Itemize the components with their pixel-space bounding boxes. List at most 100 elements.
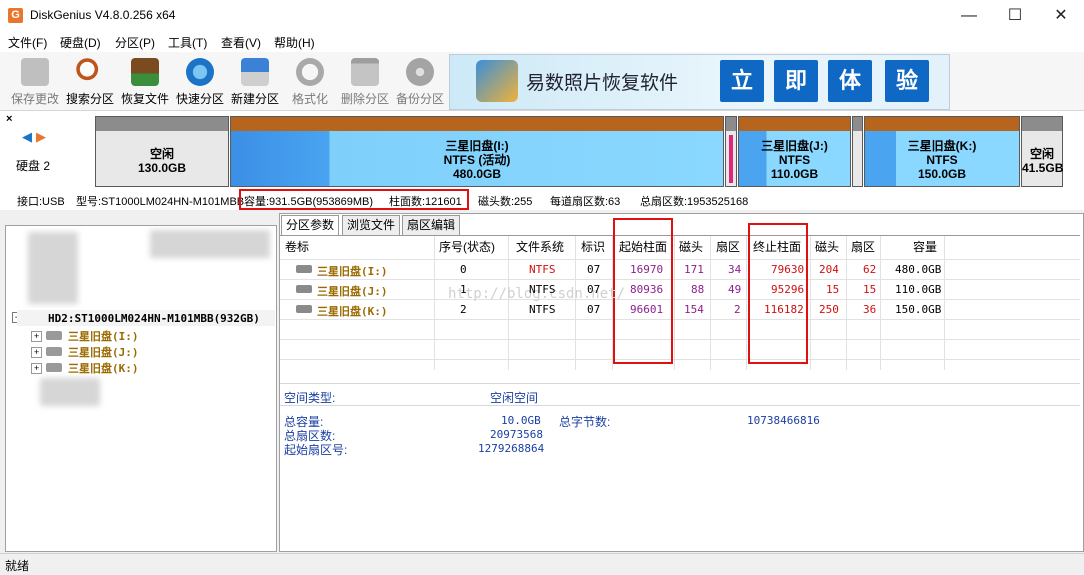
partition-name: 三星旧盘(J:) <box>761 139 828 153</box>
expand-toggle-icon[interactable]: + <box>31 363 42 374</box>
backup-partition-label: 备份分区 <box>395 92 444 106</box>
menu-disk[interactable]: 硬盘(D) <box>60 34 101 51</box>
save-changes-button[interactable]: 保存更改 <box>7 54 63 108</box>
col-end-sector[interactable]: 扇区 <box>851 238 875 255</box>
search-partition-button[interactable]: 搜索分区 <box>62 54 118 108</box>
tab-partition-params[interactable]: 分区参数 <box>281 215 340 235</box>
row-k-start-cyl: 96601 <box>630 303 664 316</box>
menu-help[interactable]: 帮助(H) <box>274 34 315 51</box>
col-id[interactable]: 标识 <box>581 238 605 255</box>
tree-partition-i[interactable]: 三星旧盘(I:) <box>68 328 139 344</box>
row-k-index: 2 <box>460 303 467 316</box>
row-i-index: 0 <box>460 263 467 276</box>
row-i-fs: NTFS <box>529 263 556 276</box>
sectors-per-track-info: 每道扇区数:63 <box>550 196 621 208</box>
menu-tools[interactable]: 工具(T) <box>168 34 207 51</box>
expand-toggle-icon[interactable]: + <box>31 331 42 342</box>
row-i-capacity: 480.0GB <box>895 263 942 276</box>
partition-j[interactable]: 三星旧盘(J:) NTFS 110.0GB <box>738 116 851 187</box>
menu-partition[interactable]: 分区(P) <box>115 34 155 51</box>
col-start-sector[interactable]: 扇区 <box>716 238 740 255</box>
row-k-start-sector: 2 <box>734 303 741 316</box>
col-capacity[interactable]: 容量 <box>913 238 937 255</box>
row-k-end-sector: 36 <box>863 303 877 316</box>
capacity-info: 容量:931.5GB(953869MB) <box>244 196 374 208</box>
row-j-start-cyl: 80936 <box>630 283 664 296</box>
minimize-button[interactable]: — <box>946 0 992 31</box>
backup-partition-button[interactable]: 备份分区 <box>392 54 448 108</box>
space-type-value: 空闲空间 <box>490 391 539 405</box>
space-type-label: 空间类型: <box>284 391 336 405</box>
heads-info: 磁头数:255 <box>478 196 533 208</box>
banner-char-3[interactable]: 体 <box>828 60 872 102</box>
partition-gap-1[interactable] <box>725 116 737 187</box>
next-disk-icon[interactable]: ▶ <box>36 129 46 145</box>
partition-drive-icon <box>46 347 62 356</box>
drive-icon <box>296 305 312 313</box>
row-j-label[interactable]: 三星旧盘(J:) <box>317 283 388 299</box>
col-start-head[interactable]: 磁头 <box>679 238 703 255</box>
tab-browse-files[interactable]: 浏览文件 <box>342 215 401 235</box>
row-j-end-cyl: 95296 <box>771 283 805 296</box>
partition-fs: NTFS <box>926 153 958 167</box>
disk-tree-item[interactable]: HD2:ST1000LM024HN-M101MBB(932GB) <box>48 312 260 325</box>
recover-icon <box>131 58 159 86</box>
partition-name: 三星旧盘(K:) <box>907 139 977 153</box>
banner-char-2[interactable]: 即 <box>774 60 818 102</box>
expand-toggle-icon[interactable]: + <box>31 347 42 358</box>
row-i-id: 07 <box>587 263 601 276</box>
recover-files-button[interactable]: 恢复文件 <box>117 54 173 108</box>
quick-partition-button[interactable]: 快速分区 <box>172 54 228 108</box>
menu-file[interactable]: 文件(F) <box>8 34 47 51</box>
total-bytes-value: 10738466816 <box>747 414 820 427</box>
interface-info: 接口:USB <box>17 196 65 208</box>
partition-fs: NTFS (活动) <box>443 153 511 167</box>
partition-free-1[interactable]: 空闲 130.0GB <box>95 116 229 187</box>
window-title: DiskGenius V4.8.0.256 x64 <box>30 8 176 22</box>
row-i-start-head: 171 <box>684 263 704 276</box>
row-j-capacity: 110.0GB <box>895 283 942 296</box>
partition-size: 150.0GB <box>917 167 967 181</box>
row-k-id: 07 <box>587 303 601 316</box>
col-index-status[interactable]: 序号(状态) <box>439 238 495 255</box>
format-button[interactable]: 格式化 <box>282 54 338 108</box>
new-partition-icon <box>241 58 269 86</box>
drive-icon <box>296 265 312 273</box>
title-bar: G DiskGenius V4.8.0.256 x64 — ☐ ✕ <box>0 0 1084 32</box>
delete-icon <box>351 58 379 86</box>
partition-gap-2[interactable] <box>852 116 863 187</box>
banner-char-4[interactable]: 验 <box>885 60 929 102</box>
partition-free-2[interactable]: 空闲 41.5GB <box>1021 116 1063 187</box>
tab-sector-edit[interactable]: 扇区编辑 <box>402 215 461 235</box>
save-icon <box>21 58 49 86</box>
delete-partition-button[interactable]: 删除分区 <box>337 54 393 108</box>
total-bytes-label: 总字节数: <box>559 415 611 429</box>
maximize-button[interactable]: ☐ <box>992 0 1038 31</box>
partition-k[interactable]: 三星旧盘(K:) NTFS 150.0GB <box>864 116 1020 187</box>
tree-partition-j[interactable]: 三星旧盘(J:) <box>68 344 139 360</box>
model-info: 型号:ST1000LM024HN-M101MBB <box>76 196 245 208</box>
close-panel-icon[interactable]: × <box>6 113 12 125</box>
total-sectors-info: 总扇区数:1953525168 <box>640 196 749 208</box>
col-end-head[interactable]: 磁头 <box>815 238 839 255</box>
total-sectors-value: 20973568 <box>490 428 543 441</box>
partition-size: 41.5GB <box>1022 161 1064 175</box>
menu-view[interactable]: 查看(V) <box>221 34 261 51</box>
partition-i[interactable]: 三星旧盘(I:) NTFS (活动) 480.0GB <box>230 116 724 187</box>
col-volume-label[interactable]: 卷标 <box>285 238 309 255</box>
close-button[interactable]: ✕ <box>1038 0 1084 31</box>
row-i-start-sector: 34 <box>728 263 742 276</box>
col-filesystem[interactable]: 文件系统 <box>516 238 564 255</box>
banner-char-1[interactable]: 立 <box>720 60 764 102</box>
photo-recovery-banner[interactable] <box>449 54 950 110</box>
tree-partition-k[interactable]: 三星旧盘(K:) <box>68 360 139 376</box>
row-j-start-head: 88 <box>691 283 705 296</box>
disk-label: 硬盘 2 <box>16 159 51 173</box>
row-k-label[interactable]: 三星旧盘(K:) <box>317 303 388 319</box>
new-partition-button[interactable]: 新建分区 <box>227 54 283 108</box>
partition-name: 空闲 <box>1029 147 1054 161</box>
start-sector-label: 起始扇区号: <box>284 443 348 457</box>
quick-partition-icon <box>186 58 214 86</box>
row-i-label[interactable]: 三星旧盘(I:) <box>317 263 388 279</box>
prev-disk-icon[interactable]: ◀ <box>22 129 32 145</box>
